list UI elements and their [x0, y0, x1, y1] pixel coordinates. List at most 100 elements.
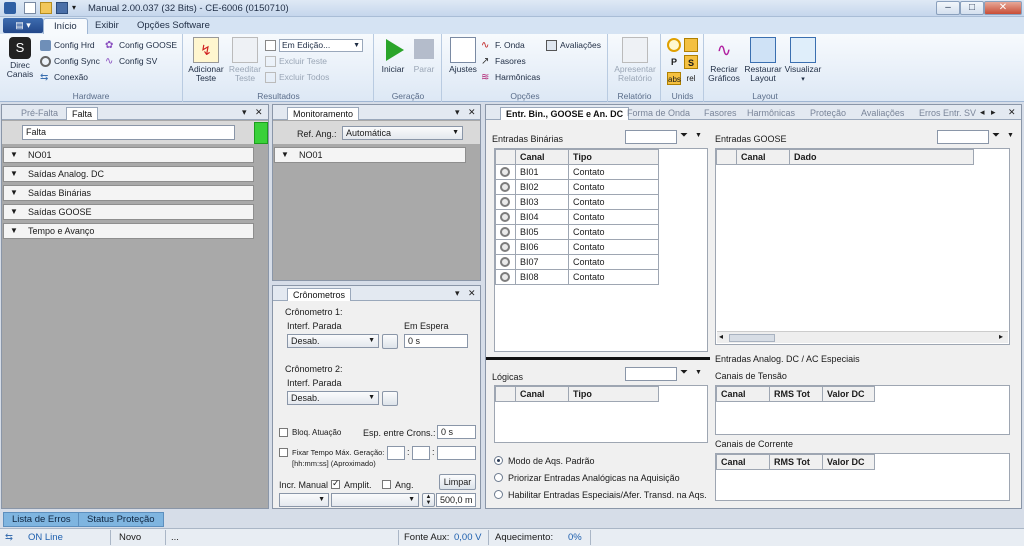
- f-onda-button[interactable]: ∿ F. Onda: [481, 39, 525, 52]
- radio-priorizar[interactable]: [494, 473, 503, 482]
- unit-s[interactable]: S: [684, 55, 698, 69]
- tab-inicio[interactable]: Início: [43, 18, 88, 34]
- limpar-button[interactable]: Limpar: [439, 474, 476, 490]
- clock-icon[interactable]: [667, 38, 681, 52]
- maximize-button[interactable]: □: [960, 1, 984, 15]
- fixar-tempo-checkbox[interactable]: [279, 448, 288, 457]
- ref-ang-select[interactable]: Automática ▼: [342, 126, 463, 140]
- goose-filter-input[interactable]: [937, 130, 989, 144]
- excluir-todos-button[interactable]: Excluir Todos: [265, 71, 329, 84]
- tab-protecao[interactable]: Proteção: [805, 107, 851, 120]
- chevron-down-icon[interactable]: ▼: [695, 369, 702, 376]
- ang-checkbox[interactable]: [382, 480, 391, 489]
- radio-habilitar[interactable]: [494, 490, 503, 499]
- crono2-extra-button[interactable]: [382, 391, 398, 406]
- panel-dropdown-icon[interactable]: ▾: [455, 107, 460, 118]
- table-row[interactable]: BI04 Contato: [495, 209, 659, 225]
- panel-dropdown-icon[interactable]: ▾: [242, 107, 247, 118]
- scroll-thumb[interactable]: [729, 334, 775, 342]
- config-goose-button[interactable]: ✿ Config GOOSE: [105, 39, 177, 52]
- scroll-left-icon[interactable]: ◂: [719, 332, 723, 341]
- tree-item[interactable]: ▼ NO01: [274, 147, 466, 163]
- goose-scrollbar[interactable]: ◂ ▸: [717, 331, 1008, 343]
- tab-exibir[interactable]: Exibir: [85, 18, 129, 34]
- incr-select-1[interactable]: ▼: [279, 493, 329, 507]
- unit-p[interactable]: P: [667, 55, 681, 69]
- tab-entr-bin[interactable]: Entr. Bin., GOOSE e An. DC: [500, 107, 630, 120]
- excluir-teste-button[interactable]: Excluir Teste: [265, 55, 327, 68]
- radio-modo-padrao[interactable]: [494, 456, 503, 465]
- tab-pre-falta[interactable]: Pré-Falta: [16, 107, 63, 120]
- tab-forma-onda[interactable]: Forma de Onda: [622, 107, 695, 120]
- table-row[interactable]: BI01 Contato: [495, 164, 659, 180]
- unit-abs[interactable]: abs: [667, 72, 681, 85]
- tree-item[interactable]: ▼ Saídas Binárias: [3, 185, 254, 201]
- chevron-down-icon[interactable]: ▼: [695, 132, 702, 139]
- filter-icon[interactable]: ⏷: [680, 130, 688, 141]
- panel-close-icon[interactable]: ✕: [255, 107, 263, 118]
- hours-input[interactable]: [387, 446, 405, 460]
- config-sv-button[interactable]: ∿ Config SV: [105, 55, 157, 68]
- conexao-button[interactable]: ⇆ Conexão: [40, 71, 88, 84]
- tab-scroll-left-icon[interactable]: ◂: [980, 107, 985, 118]
- new-file-icon[interactable]: [24, 2, 36, 14]
- tab-falta[interactable]: Falta: [66, 107, 99, 120]
- table-row[interactable]: BI02 Contato: [495, 179, 659, 195]
- fasores-button[interactable]: ↗ Fasores: [481, 55, 526, 68]
- tab-lista-erros[interactable]: Lista de Erros: [3, 512, 80, 527]
- parar-button[interactable]: Parar: [410, 37, 438, 74]
- avaliacoes-button[interactable]: Avaliações: [546, 39, 601, 52]
- tab-harmonicas[interactable]: Harmônicas: [742, 107, 800, 120]
- harmonicas-button[interactable]: ≋ Harmônicas: [481, 71, 540, 84]
- app-menu-button[interactable]: ▤ ▾: [3, 18, 43, 33]
- tab-scroll-right-icon[interactable]: ▸: [991, 107, 996, 118]
- incr-select-2[interactable]: ▼: [331, 493, 419, 507]
- ajustes-button[interactable]: Ajustes: [447, 37, 479, 74]
- table-row[interactable]: BI08 Contato: [495, 269, 659, 285]
- tab-avaliacoes[interactable]: Avaliações: [856, 107, 909, 120]
- chevron-down-icon[interactable]: ▼: [1007, 132, 1014, 139]
- qa-dropdown-icon[interactable]: ▾: [72, 2, 84, 14]
- splitter[interactable]: [486, 357, 710, 360]
- iniciar-button[interactable]: Iniciar: [378, 37, 408, 74]
- table-row[interactable]: BI03 Contato: [495, 194, 659, 210]
- tree-item[interactable]: ▼ NO01: [3, 147, 254, 163]
- save-icon[interactable]: [56, 2, 68, 14]
- tab-status-protecao[interactable]: Status Proteção: [78, 512, 164, 527]
- tab-erros-entr-sv[interactable]: Erros Entr. SV: [914, 107, 981, 120]
- logicas-filter-input[interactable]: [625, 367, 677, 381]
- adicionar-teste-button[interactable]: ↯ Adicionar Teste: [186, 37, 226, 83]
- filter-icon[interactable]: ⏷: [992, 130, 1000, 141]
- crono1-select[interactable]: Desab. ▼: [287, 334, 379, 348]
- table-row[interactable]: BI07 Contato: [495, 254, 659, 270]
- minimize-button[interactable]: –: [936, 1, 960, 15]
- panel-close-icon[interactable]: ✕: [1008, 107, 1016, 118]
- apresentar-relatorio-button[interactable]: Apresentar Relatório: [611, 37, 659, 83]
- bloq-atuacao-checkbox[interactable]: [279, 428, 288, 437]
- open-folder-icon[interactable]: [40, 2, 52, 14]
- tab-opcoes-software[interactable]: Opções Software: [127, 18, 220, 34]
- stepper-arrows[interactable]: ▲ ▼: [422, 493, 435, 507]
- tab-fasores[interactable]: Fasores: [699, 107, 742, 120]
- crono1-value-input[interactable]: 0 s: [404, 334, 468, 348]
- seconds-input[interactable]: [437, 446, 476, 460]
- step-value-input[interactable]: 500,0 m: [436, 493, 476, 507]
- esp-value-input[interactable]: 0 s: [437, 425, 476, 439]
- minutes-input[interactable]: [412, 446, 430, 460]
- panel-close-icon[interactable]: ✕: [468, 107, 476, 118]
- tree-item[interactable]: ▼ Tempo e Avanço: [3, 223, 254, 239]
- bin-filter-input[interactable]: [625, 130, 677, 144]
- direc-canais-button[interactable]: S Direc Canais: [3, 37, 37, 79]
- search-input[interactable]: Falta: [22, 125, 235, 140]
- table-row[interactable]: BI05 Contato: [495, 224, 659, 240]
- unit-rel[interactable]: rel: [684, 72, 698, 85]
- recriar-graficos-button[interactable]: ∿ Recriar Gráficos: [706, 37, 742, 83]
- restaurar-layout-button[interactable]: Restaurar Layout: [743, 37, 783, 83]
- tree-item[interactable]: ▼ Saídas GOOSE: [3, 204, 254, 220]
- tree-item[interactable]: ▼ Saídas Analog. DC: [3, 166, 254, 182]
- filter-icon[interactable]: ⏷: [680, 367, 688, 378]
- table-row[interactable]: BI06 Contato: [495, 239, 659, 255]
- panel-dropdown-icon[interactable]: ▾: [455, 288, 460, 299]
- scroll-right-icon[interactable]: ▸: [999, 332, 1003, 341]
- panel-close-icon[interactable]: ✕: [468, 288, 476, 299]
